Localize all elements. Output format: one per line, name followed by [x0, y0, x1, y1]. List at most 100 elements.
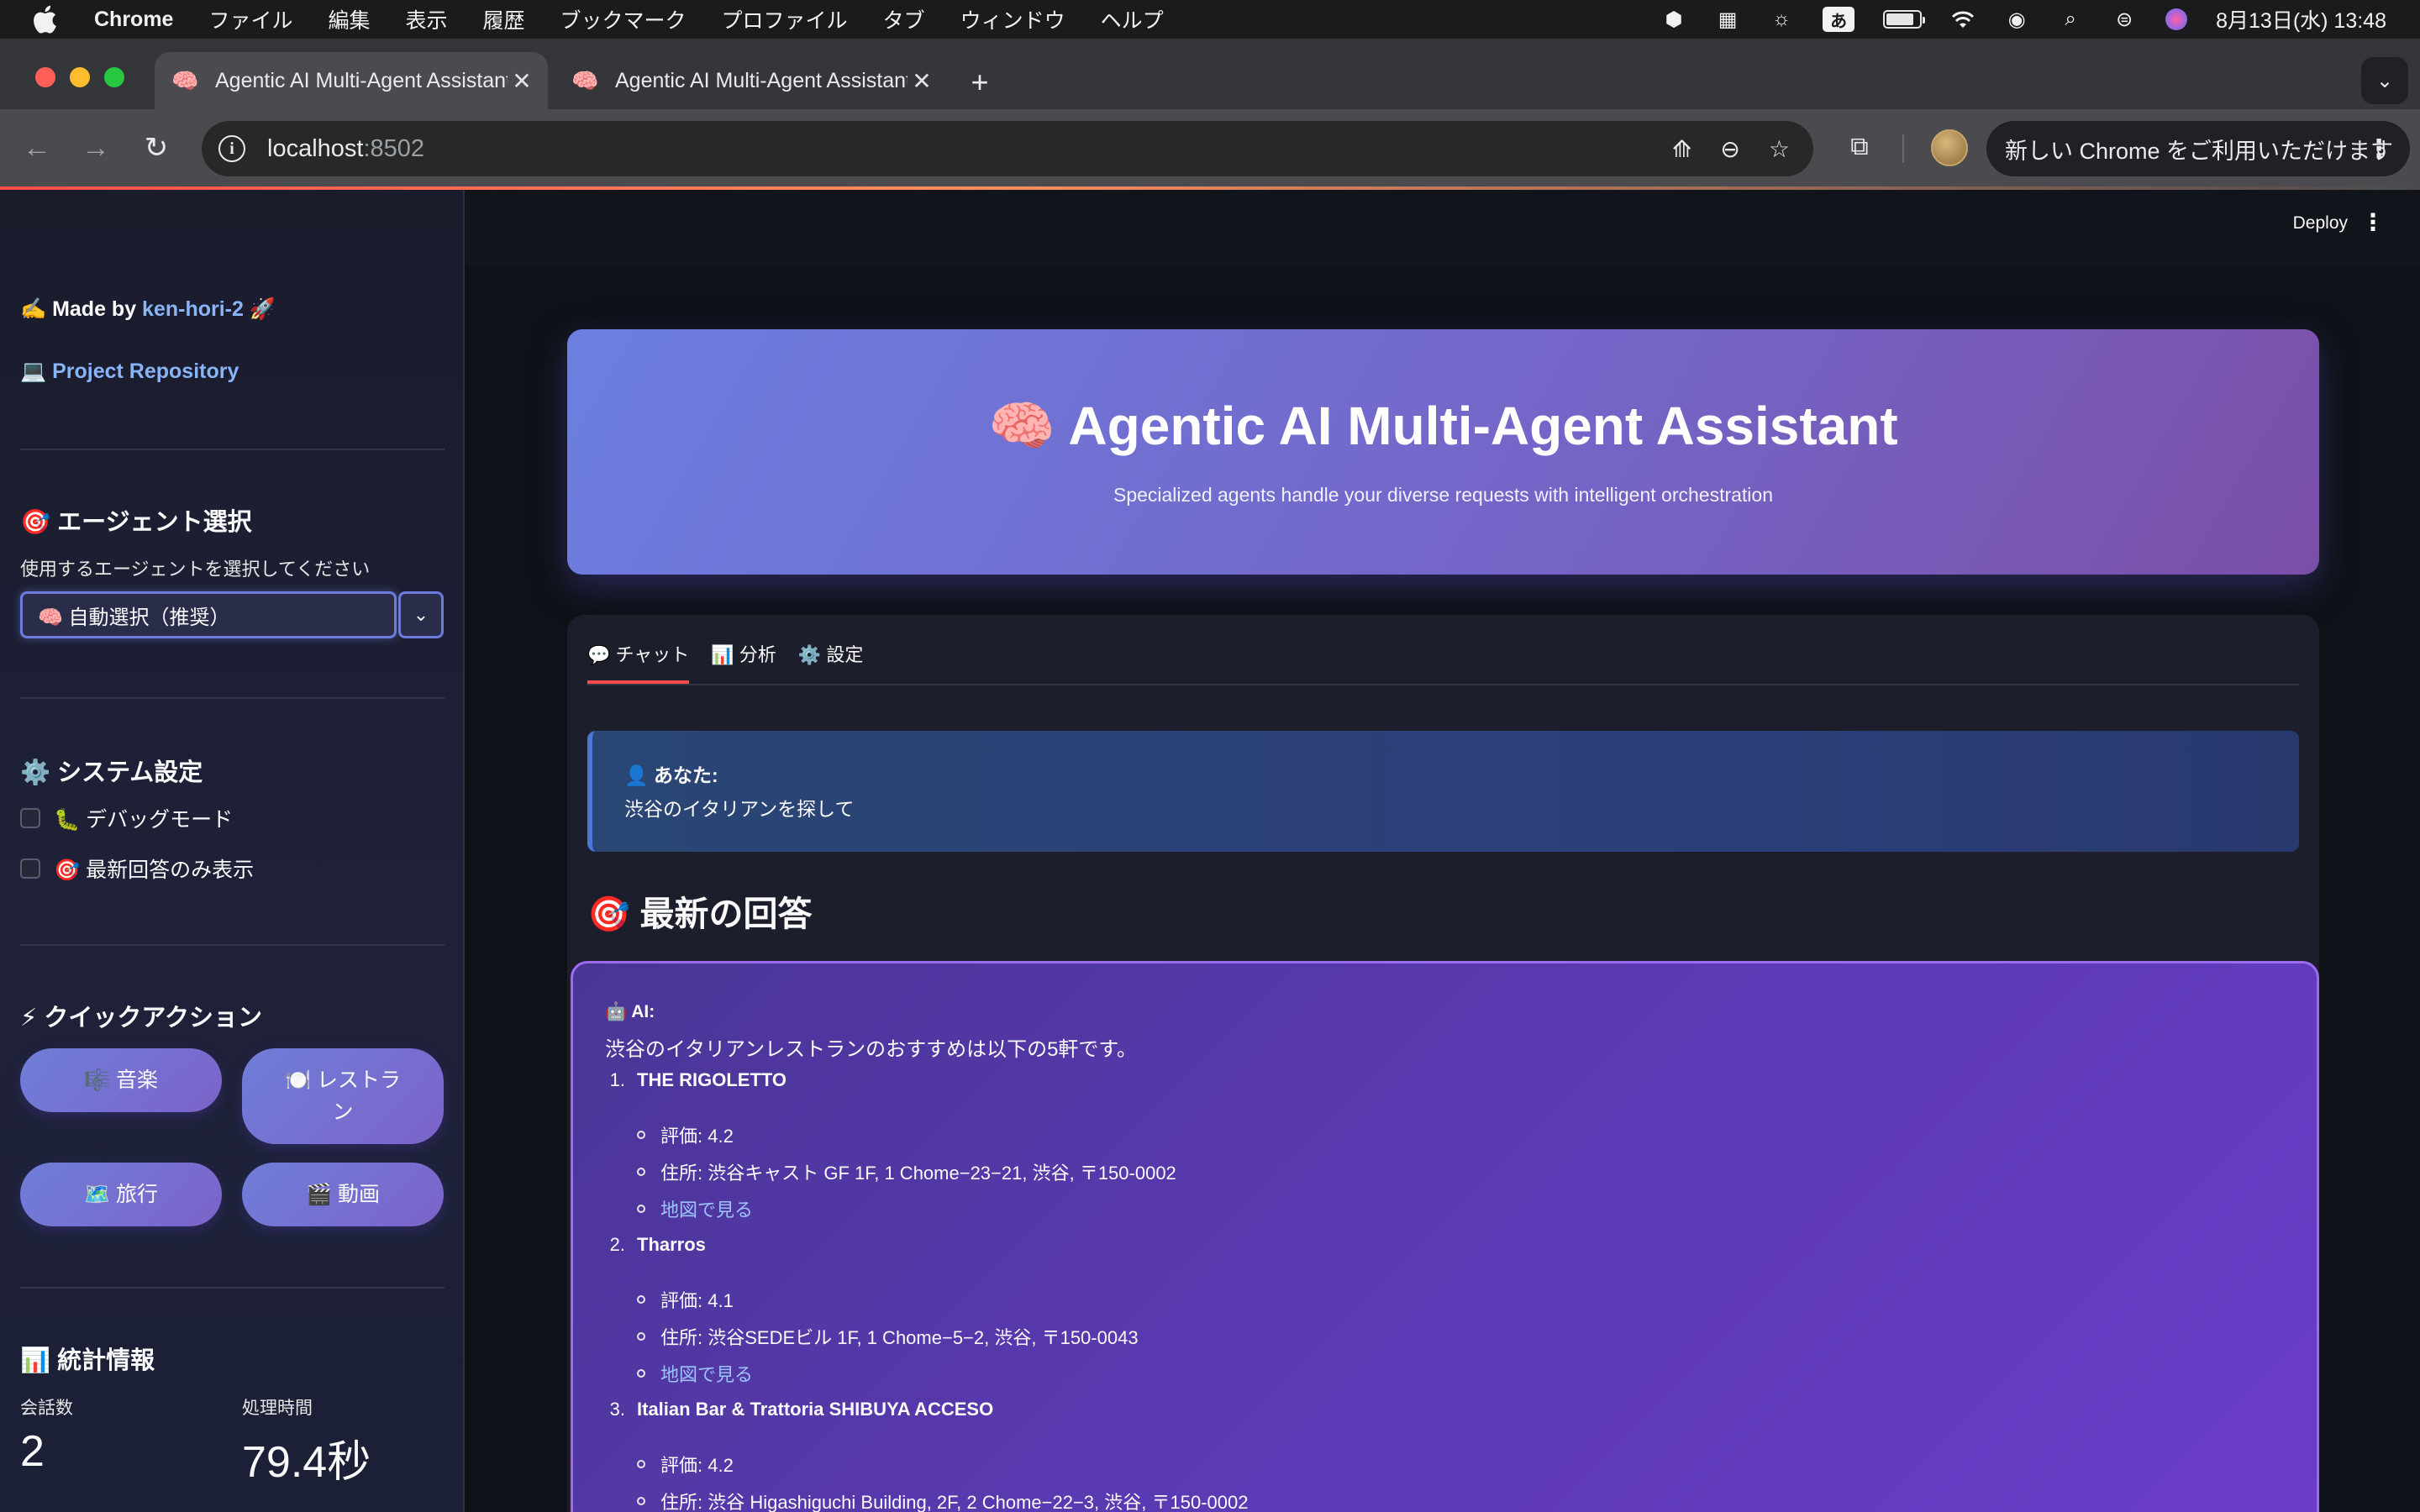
list-item: 地図で見る [637, 1360, 753, 1387]
streamlit-page: ✍️ Made by ken-hori-2 🚀 💻 Project Reposi… [0, 190, 2420, 1512]
translate-icon[interactable]: ⟰ [1672, 135, 1691, 163]
window-manager-icon[interactable]: ▦ [1715, 7, 1740, 32]
window-controls [35, 67, 124, 87]
processing-time-value: 79.4秒 [242, 1438, 371, 1487]
profile-avatar[interactable] [1931, 129, 1968, 166]
tab-settings[interactable]: ⚙️ 設定 [798, 640, 864, 684]
toolbar-divider [1902, 134, 1904, 163]
quick-actions-heading: ⚡ クイックアクション [20, 1005, 262, 1032]
debug-mode-checkbox-row[interactable]: 🐛 デバッグモード [20, 803, 233, 833]
tab-chat[interactable]: 💬 チャット [587, 640, 690, 684]
agent-select-label: 使用するエージェントを選択してください [20, 559, 371, 580]
extensions-puzzle-icon[interactable]: ⧉ [1840, 128, 1879, 166]
restaurant-name: THE RIGOLETTO [637, 1069, 787, 1090]
debug-mode-checkbox[interactable] [20, 808, 40, 828]
tab-title: Agentic AI Multi-Agent Assistant [615, 68, 908, 92]
control-center-icon[interactable]: ⊜ [2112, 7, 2137, 32]
user-message-author: 👤 あなた: [624, 764, 718, 786]
tab-search-chevron-icon[interactable]: ⌄ [2361, 57, 2408, 104]
close-tab-icon[interactable]: ✕ [508, 66, 536, 95]
map-link[interactable]: 地図で見る [660, 1360, 753, 1387]
agent-select-value: 🧠 自動選択（推奨） [38, 606, 230, 629]
list-item: 評価: 4.2 [637, 1121, 734, 1148]
restaurant-item: 3. Italian Bar & Trattoria SHIBUYA ACCESO [609, 1399, 994, 1420]
stats-heading: 📊 統計情報 [20, 1347, 155, 1374]
travel-quick-button[interactable]: 🗺️ 旅行 [20, 1163, 222, 1226]
chevron-down-icon[interactable]: ⌄ [398, 591, 444, 638]
restaurant-name: Tharros [637, 1234, 706, 1255]
menu-app-name[interactable]: Chrome [94, 8, 173, 32]
menu-profiles[interactable]: プロファイル [722, 4, 848, 34]
spotlight-search-icon[interactable]: ⌕ [2058, 7, 2083, 32]
bookmark-star-icon[interactable]: ☆ [1769, 135, 1790, 163]
tabs-divider [587, 684, 2299, 685]
address-bar[interactable]: i localhost:8502 ⟰ ⊖ ☆ [202, 121, 1813, 176]
menu-clock[interactable]: 8月13日(水) 13:48 [2216, 4, 2386, 34]
latest-only-label: 🎯 最新回答のみ表示 [54, 858, 255, 882]
more-vertical-icon[interactable]: ⋮ [2366, 134, 2391, 164]
deploy-button[interactable]: Deploy [2293, 213, 2348, 234]
macos-menu-bar: Chrome ファイル 編集 表示 履歴 ブックマーク プロファイル タブ ウィ… [0, 0, 2420, 39]
menu-history[interactable]: 履歴 [483, 4, 525, 34]
browser-tab-active[interactable]: 🧠 Agentic AI Multi-Agent Assistant ✕ [155, 52, 548, 109]
zoom-window-button[interactable] [104, 67, 124, 87]
menu-bookmarks[interactable]: ブックマーク [560, 4, 687, 34]
conversation-count-label: 会話数 [20, 1399, 73, 1418]
restaurant-item: 1. THE RIGOLETTO [609, 1069, 787, 1090]
restaurant-quick-button[interactable]: 🍽️ レストラン [242, 1048, 444, 1144]
menu-window[interactable]: ウィンドウ [960, 4, 1065, 34]
new-tab-plus-icon[interactable]: + [963, 65, 997, 99]
made-by-line: ✍️ Made by ken-hori-2 🚀 [20, 297, 276, 321]
url-text[interactable]: localhost:8502 [267, 135, 424, 163]
battery-icon[interactable] [1883, 10, 1926, 29]
minimize-window-button[interactable] [70, 67, 90, 87]
sidebar-divider [20, 1287, 445, 1289]
menu-edit[interactable]: 編集 [328, 4, 370, 34]
user-account-icon[interactable]: ◉ [2004, 7, 2029, 32]
user-message-text: 渋谷のイタリアンを探して [624, 798, 855, 820]
list-item: 住所: 渋谷キャスト GF 1F, 1 Chome−23−21, 渋谷, 〒15… [637, 1158, 1176, 1185]
close-tab-icon[interactable]: ✕ [908, 66, 936, 95]
map-link[interactable]: 地図で見る [660, 1195, 753, 1222]
browser-tab[interactable]: 🧠 Agentic AI Multi-Agent Assistant ✕ [555, 52, 948, 109]
chrome-update-button[interactable]: 新しい Chrome をご利用いただけます ⋮ [1986, 121, 2410, 176]
hero-banner: 🧠 Agentic AI Multi-Agent Assistant Speci… [567, 329, 2319, 575]
list-item: 評価: 4.1 [637, 1286, 734, 1313]
wifi-icon[interactable] [1950, 7, 1975, 32]
close-window-button[interactable] [35, 67, 55, 87]
author-link[interactable]: ken-hori-2 [142, 297, 244, 321]
list-item: 住所: 渋谷 Higashiguchi Building, 2F, 2 Chom… [637, 1488, 1248, 1512]
app-header: Deploy ⋮ [465, 190, 2420, 267]
zoom-out-icon[interactable]: ⊖ [1720, 135, 1739, 163]
sidebar-divider [20, 449, 445, 450]
tab-analysis[interactable]: 📊 分析 [711, 640, 776, 684]
apple-icon[interactable] [32, 5, 66, 34]
back-arrow-icon[interactable]: ← [15, 126, 59, 170]
brain-icon: 🧠 [171, 68, 199, 93]
sidebar-divider [20, 944, 445, 946]
menu-view[interactable]: 表示 [406, 4, 448, 34]
forward-arrow-icon[interactable]: → [74, 126, 118, 170]
restaurant-item: 2. Tharros [609, 1234, 706, 1255]
input-method-icon[interactable]: あ [1823, 7, 1855, 32]
sidebar-divider [20, 697, 445, 699]
main-menu-icon[interactable]: ⋮ [2361, 208, 2385, 236]
menu-help[interactable]: ヘルプ [1101, 4, 1164, 34]
site-info-icon[interactable]: i [218, 135, 245, 162]
siri-icon[interactable] [2165, 8, 2188, 30]
browser-toolbar: ← → ↻ i localhost:8502 ⟰ ⊖ ☆ ⧉ 新しい Chrom… [0, 109, 2420, 186]
list-item: 地図で見る [637, 1195, 753, 1222]
menu-file[interactable]: ファイル [208, 4, 292, 34]
menu-tab[interactable]: タブ [883, 4, 925, 34]
brightness-icon[interactable]: ☼ [1769, 7, 1794, 32]
reload-icon[interactable]: ↻ [134, 126, 178, 170]
sidebar: ✍️ Made by ken-hori-2 🚀 💻 Project Reposi… [0, 190, 465, 1512]
main-tabs: 💬 チャット 📊 分析 ⚙️ 設定 [587, 640, 863, 684]
status-app-icon[interactable]: ⬢ [1661, 7, 1686, 32]
video-quick-button[interactable]: 🎬 動画 [242, 1163, 444, 1226]
latest-only-checkbox-row[interactable]: 🎯 最新回答のみ表示 [20, 853, 254, 884]
latest-only-checkbox[interactable] [20, 858, 40, 879]
project-repository-link[interactable]: 💻 Project Repository [20, 360, 239, 384]
music-quick-button[interactable]: 🎼 音楽 [20, 1048, 222, 1112]
agent-select[interactable]: 🧠 自動選択（推奨） [20, 591, 397, 638]
